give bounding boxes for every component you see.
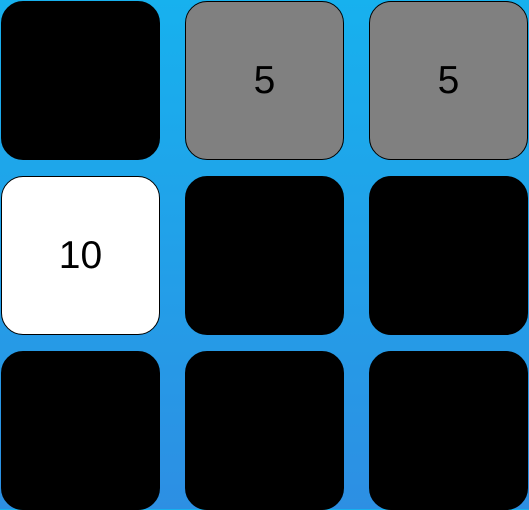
tile-r0-c2[interactable]: 5: [369, 1, 528, 160]
tile-r2-c0[interactable]: [1, 351, 160, 510]
tile-r0-c1[interactable]: 5: [185, 1, 344, 160]
tile-r1-c0[interactable]: 10: [1, 176, 160, 335]
tile-r2-c1[interactable]: [185, 351, 344, 510]
tile-r1-c1[interactable]: [185, 176, 344, 335]
tile-r0-c0[interactable]: [1, 1, 160, 160]
tile-r2-c2[interactable]: [369, 351, 528, 510]
game-board: 5 5 10: [0, 0, 529, 510]
tile-r1-c2[interactable]: [369, 176, 528, 335]
